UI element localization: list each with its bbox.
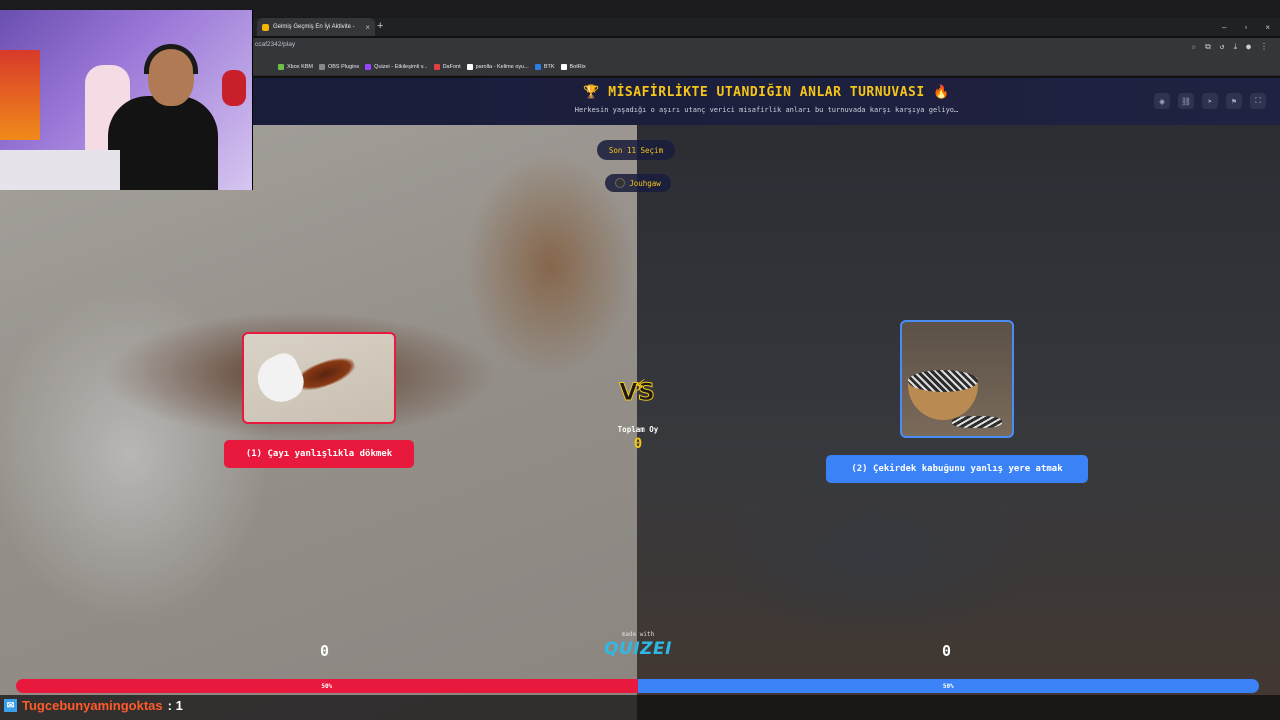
bookmarks-bar: Xbox KBM OBS Plugins Quizei - Etkileşiml… — [253, 58, 1280, 76]
header-actions: ◉ ⛓ ➤ ⚑ ⛶ — [1154, 93, 1266, 109]
toolbar-icons: ☆ ⧉ ↺ ⤓ ● ⋮ — [1191, 42, 1268, 52]
bookmark-favicon-icon — [560, 63, 567, 70]
page-title: 🏆 MİSAFİRLİKTE UTANDIĞIN ANLAR TURNUVASI… — [583, 85, 950, 100]
page-header: 🏆 MİSAFİRLİKTE UTANDIĞIN ANLAR TURNUVASI… — [253, 78, 1280, 125]
lightning-icon: ⚡ — [633, 374, 647, 399]
link-icon[interactable]: ⛓ — [1178, 93, 1194, 109]
bookmark-favicon-icon — [278, 63, 284, 70]
option-2-progress: 50% — [637, 679, 1259, 693]
url-text[interactable]: ccaf2342/play — [255, 41, 295, 48]
bookmark-favicon-icon — [433, 63, 440, 70]
window-controls: – ▫ × — [1222, 18, 1270, 36]
seeds-shape — [908, 370, 978, 392]
cup-shape — [250, 348, 310, 410]
chat-vote-line: ✉ Tugcebunyamingoktas : 1 — [4, 698, 183, 713]
bookmark-item[interactable]: OBS Plugins — [318, 63, 359, 70]
bookmark-favicon-icon — [534, 63, 541, 70]
option-1-button[interactable]: (1) Çayı yanlışlıkla dökmek — [224, 440, 414, 468]
username-label: Jouhgaw — [629, 178, 661, 188]
bookmark-favicon-icon — [365, 63, 372, 70]
profile-icon[interactable]: ● — [1246, 42, 1251, 52]
chat-username: Tugcebunyamingoktas — [22, 698, 163, 713]
bookmark-item[interactable]: parolla - Kelime oyu... — [466, 63, 529, 70]
page-subtitle: Herkesin yaşadığı o aşırı utanç verici m… — [574, 106, 959, 114]
option-2-votes: 0 — [942, 642, 952, 660]
new-tab-button[interactable]: + — [377, 20, 383, 32]
flag-icon[interactable]: ⚑ — [1226, 93, 1242, 109]
option-1-votes: 0 — [320, 642, 330, 660]
fullscreen-icon[interactable]: ⛶ — [1250, 93, 1266, 109]
extensions-icon[interactable]: ⧉ — [1205, 42, 1211, 52]
stream-bottom-strip — [0, 695, 1280, 720]
browser-tab-active[interactable]: Gelmiş Geçmiş En İyi Aktivite - × — [257, 18, 375, 36]
bookmark-item[interactable]: BTK — [534, 63, 555, 70]
versus-icon: VS ⚡ — [619, 374, 656, 407]
bookmark-star-icon[interactable]: ☆ — [1191, 42, 1196, 52]
total-votes-value: 0 — [633, 436, 643, 452]
option-1-progress: 50% — [16, 679, 638, 693]
maximize-button[interactable]: ▫ — [1244, 23, 1247, 32]
browser-tab-bar: Gelmiş Geçmiş En İyi Aktivite - × + – ▫ … — [253, 18, 1280, 36]
user-badge: Jouhgaw — [605, 174, 671, 192]
minimize-button[interactable]: – — [1222, 23, 1226, 32]
tab-favicon-icon — [262, 23, 269, 31]
bookmark-item[interactable]: BotRix — [560, 63, 586, 70]
download-icon[interactable]: ⤓ — [1234, 42, 1238, 52]
address-bar[interactable]: ccaf2342/play ☆ ⧉ ↺ ⤓ ● ⋮ — [253, 38, 1280, 58]
avatar — [615, 178, 626, 188]
bookmark-item[interactable]: Quizei - Etkileşimli v... — [365, 63, 428, 70]
option-2-button[interactable]: (2) Çekirdek kabuğunu yanlış yere atmak — [826, 455, 1088, 483]
brand-logo[interactable]: QUIZEI — [600, 639, 676, 659]
vote-progress-bar: 50% 50% — [16, 679, 1259, 693]
close-window-button[interactable]: × — [1265, 23, 1270, 32]
bookmark-favicon-icon — [466, 63, 473, 70]
total-votes-label: Toplam Oy — [617, 425, 659, 434]
history-icon[interactable]: ↺ — [1220, 42, 1225, 52]
streamer-webcam — [0, 10, 253, 190]
folder-icon — [318, 63, 325, 70]
round-label: Son 11 Seçim — [608, 145, 664, 155]
made-with-label: made with — [621, 631, 655, 638]
tab-close-icon[interactable]: × — [365, 23, 370, 32]
bookmark-item[interactable]: DaFont — [433, 63, 461, 70]
round-badge: Son 11 Seçim — [597, 140, 675, 160]
webcam-desk-shape — [0, 150, 120, 190]
send-icon[interactable]: ➤ — [1202, 93, 1218, 109]
seeds-pile-shape — [952, 416, 1002, 428]
webcam-person-shape — [108, 96, 218, 190]
bookmark-item[interactable]: Xbox KBM — [278, 63, 313, 70]
webcam-figure-shape — [222, 70, 246, 106]
eye-icon[interactable]: ◉ — [1154, 93, 1170, 109]
option-2-image[interactable] — [900, 320, 1014, 438]
tab-title: Gelmiş Geçmiş En İyi Aktivite - — [273, 24, 355, 30]
headset-icon — [144, 44, 198, 74]
option-1-image[interactable] — [242, 332, 396, 424]
chat-vote-value: : 1 — [167, 698, 183, 713]
menu-kebab-icon[interactable]: ⋮ — [1260, 42, 1268, 52]
webcam-shelf-shape — [0, 50, 40, 140]
chat-app-icon: ✉ — [4, 699, 17, 712]
